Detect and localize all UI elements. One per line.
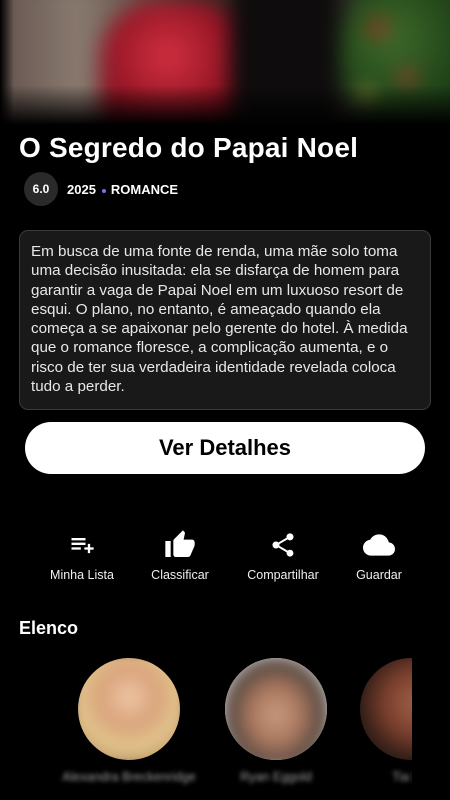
hero-poster	[0, 0, 450, 125]
save-button[interactable]: Guardar	[329, 530, 429, 582]
share-icon	[269, 530, 297, 560]
release-year: 2025	[67, 181, 96, 197]
cast-heading: Elenco	[19, 618, 79, 638]
share-label: Compartilhar	[247, 568, 319, 582]
share-button[interactable]: Compartilhar	[233, 530, 333, 582]
save-label: Guardar	[356, 568, 402, 582]
thumbs-up-icon	[164, 530, 196, 560]
cast-member-name: Alexandra Breckenridge	[62, 770, 196, 784]
cast-member[interactable]: Ryan Eggold	[211, 658, 341, 784]
genre-label: ROMANCE	[110, 181, 179, 197]
avatar	[225, 658, 327, 760]
action-bar: Minha Lista Classificar Compartilhar Gua…	[0, 530, 450, 590]
rating-badge: 6.0	[24, 172, 58, 206]
rate-label: Classificar	[151, 568, 209, 582]
playlist-add-icon	[68, 530, 96, 560]
cloud-icon	[363, 530, 395, 560]
synopsis-card: Em busca de uma fonte de renda, uma mãe …	[19, 230, 431, 410]
cast-carousel[interactable]: Alexandra Breckenridge Ryan Eggold Tia M…	[0, 658, 450, 800]
cast-member[interactable]: Alexandra Breckenridge	[62, 658, 196, 784]
cast-member-name: Ryan Eggold	[240, 770, 312, 784]
my-list-button[interactable]: Minha Lista	[32, 530, 132, 582]
rate-button[interactable]: Classificar	[130, 530, 230, 582]
separator-dot	[101, 189, 106, 193]
movie-meta: 6.0 2025 ROMANCE	[24, 172, 178, 206]
my-list-label: Minha Lista	[50, 568, 114, 582]
avatar	[78, 658, 180, 760]
movie-title: O Segredo do Papai Noel	[19, 132, 359, 163]
view-details-button[interactable]: Ver Detalhes	[25, 422, 425, 474]
